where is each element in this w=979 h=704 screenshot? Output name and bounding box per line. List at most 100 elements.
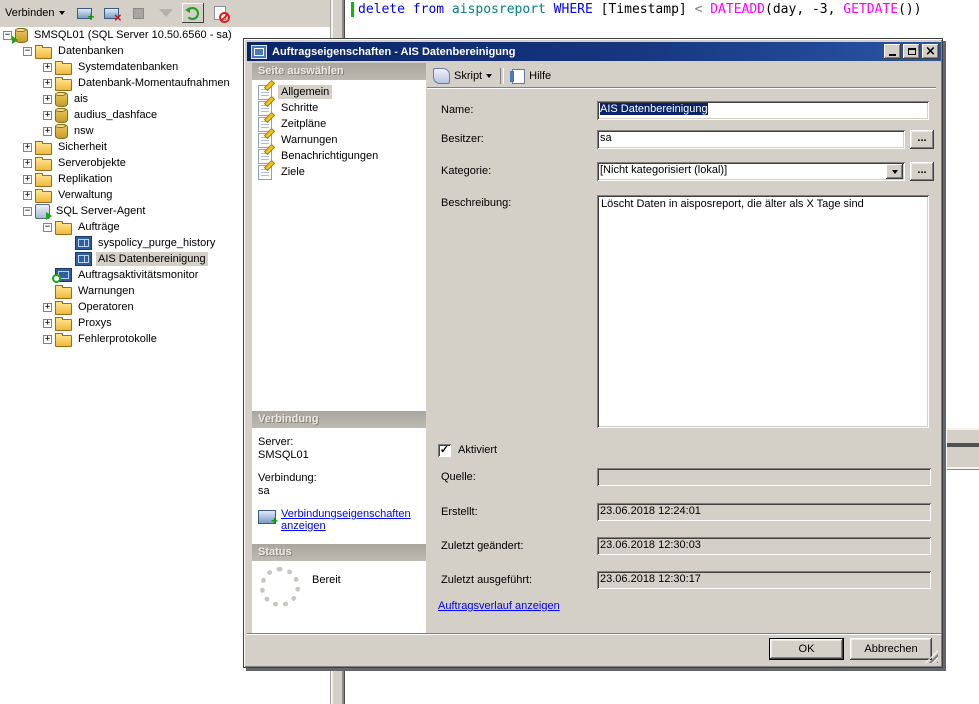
folder-icon (55, 63, 72, 75)
agent-icon (35, 204, 50, 219)
script-button[interactable]: Skript (429, 66, 496, 86)
status-text: Bereit (312, 574, 341, 586)
enabled-checkbox[interactable] (438, 444, 451, 457)
cancel-button[interactable]: Abbrechen (850, 638, 932, 660)
expand-icon[interactable]: + (43, 95, 52, 104)
dialog-title: Auftragseigenschaften - AIS Datenbereini… (269, 46, 882, 58)
sql-token: [Timestamp] (601, 2, 695, 17)
sql-token: DATEADD (710, 2, 765, 17)
sidebar-page-item[interactable]: Benachrichtigungen (252, 148, 426, 164)
collapse-icon[interactable]: − (3, 31, 12, 40)
collapse-icon[interactable]: − (23, 207, 32, 216)
ok-button[interactable]: OK (769, 638, 844, 660)
expand-icon[interactable]: + (43, 111, 52, 120)
created-input: 23.06.2018 12:24:01 (597, 503, 931, 521)
close-icon: × (925, 46, 936, 57)
connect-icon[interactable] (74, 3, 96, 23)
combo-arrow-icon[interactable] (886, 164, 903, 179)
sidebar-page-item[interactable]: Zeitpläne (252, 116, 426, 132)
progress-spinner-icon (260, 567, 300, 607)
description-textarea[interactable]: Löscht Daten in aisposreport, die älter … (597, 195, 929, 428)
folder-icon (35, 47, 52, 59)
help-button-label: Hilfe (529, 70, 551, 82)
tree-item-label: Proxys (76, 316, 114, 330)
expand-icon[interactable]: + (43, 303, 52, 312)
category-browse-button[interactable]: ... (910, 162, 934, 181)
expand-icon[interactable]: + (23, 143, 32, 152)
folder-icon (35, 191, 52, 203)
folder-icon (35, 159, 52, 171)
expand-icon[interactable]: + (23, 191, 32, 200)
tree-item-label: Aufträge (76, 220, 122, 234)
db-icon (55, 124, 68, 139)
owner-browse-button[interactable]: ... (910, 130, 934, 149)
tree-item-label: SMSQL01 (SQL Server 10.50.6560 - sa) (32, 28, 234, 42)
sidebar-page-item[interactable]: Ziele (252, 164, 426, 180)
job-icon (75, 236, 92, 250)
owner-label: Besitzer: (441, 133, 484, 145)
disconnect-icon[interactable] (101, 3, 123, 23)
source-input (597, 468, 931, 486)
job-history-link[interactable]: Auftragsverlauf anzeigen (438, 600, 560, 612)
tree-item-label: syspolicy_purge_history (96, 236, 217, 250)
expand-icon[interactable]: + (23, 159, 32, 168)
created-label: Erstellt: (441, 506, 478, 518)
connection-panel: Server: SMSQL01 Verbindung: sa Verbindun… (252, 428, 426, 544)
owner-input[interactable]: sa (597, 130, 905, 149)
category-select[interactable]: [Nicht kategorisiert (lokal)] (597, 162, 905, 181)
background-splitter[interactable] (947, 0, 979, 704)
dialog-titlebar[interactable]: Auftragseigenschaften - AIS Datenbereini… (247, 42, 941, 61)
sidebar-page-label: Allgemein (278, 85, 332, 99)
tree-item-label: Operatoren (76, 300, 136, 314)
modified-label: Zuletzt geändert: (441, 540, 524, 552)
folder-icon (55, 303, 72, 315)
close-button[interactable]: × (922, 44, 939, 59)
name-value: AIS Datenbereinigung (600, 103, 708, 115)
page-icon (258, 165, 272, 180)
tree-item-label: Auftragsaktivitätsmonitor (76, 268, 200, 282)
folder-icon (55, 319, 72, 331)
help-button[interactable]: Hilfe (508, 67, 555, 86)
collapse-icon[interactable]: − (23, 47, 32, 56)
collapse-icon[interactable]: − (43, 223, 52, 232)
minimize-icon (889, 54, 896, 56)
name-label: Name: (441, 104, 473, 116)
tree-item-label: Systemdatenbanken (76, 60, 180, 74)
name-input[interactable]: AIS Datenbereinigung (597, 101, 929, 120)
folder-icon (55, 335, 72, 347)
dialog-page-list: AllgemeinSchritteZeitpläneWarnungenBenac… (252, 80, 426, 411)
connection-properties-link[interactable]: Verbindungseigenschaften anzeigen (281, 508, 426, 532)
job-properties-dialog: Auftragseigenschaften - AIS Datenbereini… (243, 38, 943, 668)
expand-icon[interactable]: + (43, 127, 52, 136)
object-explorer-toolbar: Verbinden (0, 0, 330, 27)
tree-item-label: ais (72, 92, 90, 106)
executed-input: 23.06.2018 12:30:17 (597, 571, 931, 589)
refresh-icon[interactable] (182, 3, 204, 23)
tree-item-label: Verwaltung (56, 188, 114, 202)
modified-input: 23.06.2018 12:30:03 (597, 537, 931, 555)
maximize-button[interactable] (903, 44, 920, 59)
expand-icon[interactable]: + (23, 175, 32, 184)
source-label: Quelle: (441, 471, 476, 483)
expand-icon[interactable]: + (43, 335, 52, 344)
expand-icon[interactable]: + (43, 79, 52, 88)
minimize-button[interactable] (884, 44, 901, 59)
sidebar-page-item[interactable]: Schritte (252, 100, 426, 116)
expand-icon[interactable]: + (43, 319, 52, 328)
help-icon (512, 69, 525, 84)
tree-item-label: Serverobjekte (56, 156, 128, 170)
ssms-window: Verbinden −SMSQL01 (SQL Server 10.50.656… (0, 0, 979, 704)
enabled-label: Aktiviert (458, 444, 497, 456)
stop-icon[interactable] (128, 3, 150, 23)
filter-icon[interactable] (155, 3, 177, 23)
status-header: Status (252, 544, 426, 561)
sql-token: aisposreport (452, 2, 554, 17)
folder-icon (35, 175, 52, 187)
sidebar-page-item[interactable]: Allgemein (252, 84, 426, 100)
executed-label: Zuletzt ausgeführt: (441, 574, 532, 586)
expand-icon[interactable]: + (43, 63, 52, 72)
sidebar-page-item[interactable]: Warnungen (252, 132, 426, 148)
script-error-icon[interactable] (209, 3, 231, 23)
tree-item-label: AIS Datenbereinigung (96, 252, 208, 266)
connect-dropdown-button[interactable]: Verbinden (0, 5, 70, 21)
